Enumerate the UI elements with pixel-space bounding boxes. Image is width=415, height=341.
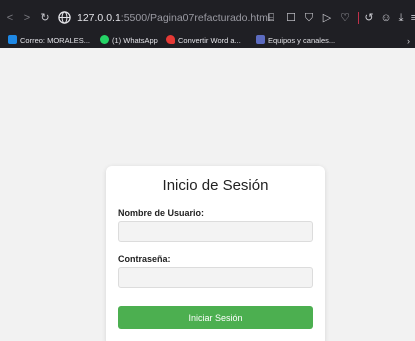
browser-toolbar: < > ↻ 127.0.0.1:5500/Pagina07refacturado… [0, 0, 415, 34]
address-bar[interactable]: 127.0.0.1:5500/Pagina07refacturado.html [77, 11, 270, 25]
login-button[interactable]: Iniciar Sesión [118, 306, 313, 329]
url-path: :5500/Pagina07refacturado.html [120, 12, 271, 24]
reader-icon[interactable]: ☐ [283, 10, 299, 26]
bookmark-label: Correo: MORALES... [20, 36, 91, 45]
translate-icon[interactable]: ⌸ [263, 10, 279, 26]
login-card: Inicio de Sesión Nombre de Usuario: Cont… [106, 166, 325, 341]
username-input[interactable] [118, 221, 313, 242]
browser-chrome: < > ↻ 127.0.0.1:5500/Pagina07refacturado… [0, 0, 415, 48]
profile-icon[interactable]: ☺ [378, 10, 394, 26]
heart-icon[interactable]: ♡ [337, 10, 353, 26]
bookmark-equipos[interactable]: Equipos y canales... [256, 34, 335, 48]
whatsapp-icon [100, 35, 109, 44]
url-host: 127.0.0.1 [77, 12, 121, 24]
username-label: Nombre de Usuario: [118, 208, 205, 218]
bookmark-label: (1) WhatsApp [112, 36, 158, 45]
play-icon[interactable]: ▷ [319, 10, 335, 26]
toolbar-separator [358, 12, 359, 24]
bookmark-whatsapp[interactable]: (1) WhatsApp [100, 34, 158, 48]
site-info-icon[interactable] [58, 11, 71, 24]
login-title: Inicio de Sesión [162, 177, 269, 194]
bookmark-convertir[interactable]: Convertir Word a... [166, 34, 241, 48]
back-icon[interactable]: < [5, 11, 15, 25]
bookmarks-overflow-icon[interactable]: › [407, 34, 410, 48]
forward-icon[interactable]: > [22, 11, 32, 25]
bookmark-correo[interactable]: Correo: MORALES... [8, 34, 90, 48]
refresh-icon[interactable]: ↺ [361, 10, 377, 26]
password-label: Contraseña: [118, 254, 171, 264]
teams-icon [256, 35, 265, 44]
mail-icon [8, 35, 17, 44]
reload-icon[interactable]: ↻ [39, 11, 51, 25]
bookmark-label: Convertir Word a... [178, 36, 241, 45]
menu-icon[interactable]: ≡ [406, 10, 415, 26]
heart-icon [166, 35, 175, 44]
bookmark-label: Equipos y canales... [268, 36, 336, 45]
bookmarks-bar: Correo: MORALES... (1) WhatsApp Converti… [0, 34, 415, 48]
shield-icon[interactable]: ⛉ [301, 10, 317, 26]
password-input[interactable] [118, 267, 313, 288]
